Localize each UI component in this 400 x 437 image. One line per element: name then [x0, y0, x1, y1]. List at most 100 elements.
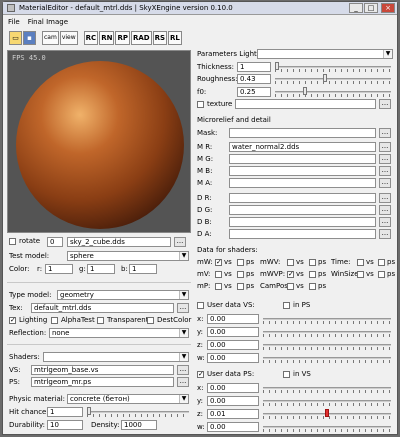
user-vs-in-ps-checkbox[interactable]: [283, 302, 290, 309]
folder-open-icon[interactable]: ▭: [9, 30, 22, 45]
skybox-field[interactable]: sky_2_cube.dds: [67, 237, 171, 247]
hit-chance-field[interactable]: 1: [47, 407, 83, 417]
campos-ps-checkbox[interactable]: [309, 283, 316, 290]
lighting-checkbox[interactable]: ✓: [9, 317, 16, 324]
winsize-vs-checkbox[interactable]: [357, 271, 364, 278]
da-browse-button[interactable]: ...: [379, 229, 391, 239]
ma-browse-button[interactable]: ...: [379, 178, 391, 188]
ps-field[interactable]: mtrlgeom_mr.ps: [31, 377, 174, 387]
mr-field[interactable]: water_normal2.dds: [229, 142, 376, 152]
tex-browse-button[interactable]: ...: [177, 303, 189, 313]
maximize-button[interactable]: □: [364, 3, 378, 13]
mb-field[interactable]: [229, 166, 376, 176]
color-r-field[interactable]: 1: [45, 264, 73, 274]
hit-chance-slider-thumb[interactable]: [87, 407, 91, 415]
user-ps-w-slider[interactable]: [263, 422, 391, 432]
mp-vs-checkbox[interactable]: [215, 283, 222, 290]
color-b-field[interactable]: 1: [129, 264, 157, 274]
destcolor-checkbox[interactable]: [147, 317, 154, 324]
user-vs-z-slider[interactable]: [263, 340, 391, 350]
mwv-ps-checkbox[interactable]: [309, 259, 316, 266]
floppy-save-icon[interactable]: ▪: [23, 30, 36, 45]
db-browse-button[interactable]: ...: [379, 217, 391, 227]
thickness-slider-thumb[interactable]: [275, 62, 279, 70]
mwv-vs-checkbox[interactable]: [287, 259, 294, 266]
campos-vs-checkbox[interactable]: [287, 283, 294, 290]
user-vs-y-field[interactable]: 0.00: [207, 327, 259, 337]
texture-checkbox[interactable]: [197, 101, 204, 108]
density-field[interactable]: 1000: [121, 420, 157, 430]
db-field[interactable]: [229, 217, 376, 227]
user-vs-w-field[interactable]: 0.00: [207, 353, 259, 363]
color-g-field[interactable]: 1: [87, 264, 115, 274]
f0-slider-thumb[interactable]: [303, 87, 307, 95]
shaders-select[interactable]: ▼: [43, 352, 189, 362]
roughness-field[interactable]: 0.43: [237, 74, 271, 84]
mg-browse-button[interactable]: ...: [379, 154, 391, 164]
mwvp-ps-checkbox[interactable]: [309, 271, 316, 278]
dg-field[interactable]: [229, 205, 376, 215]
user-vs-z-field[interactable]: 0.00: [207, 340, 259, 350]
mr-browse-button[interactable]: ...: [379, 142, 391, 152]
cam-button[interactable]: cam: [42, 30, 59, 45]
minimize-button[interactable]: _: [349, 3, 363, 13]
close-button[interactable]: ×: [381, 3, 395, 13]
dr-browse-button[interactable]: ...: [379, 193, 391, 203]
mv-vs-checkbox[interactable]: [215, 271, 222, 278]
thickness-slider[interactable]: [275, 62, 391, 72]
user-vs-x-field[interactable]: 0.00: [207, 314, 259, 324]
vs-browse-button[interactable]: ...: [177, 365, 189, 375]
type-model-select[interactable]: geometry ▼: [57, 290, 189, 300]
user-ps-x-field[interactable]: 0.00: [207, 383, 259, 393]
reflection-select[interactable]: none ▼: [49, 328, 189, 338]
rs-button[interactable]: RS: [152, 30, 168, 45]
user-ps-z-slider[interactable]: [263, 409, 391, 419]
rn-button[interactable]: RN: [99, 30, 115, 45]
ps-browse-button[interactable]: ...: [177, 377, 189, 387]
lighting-params-select[interactable]: ▼: [257, 49, 393, 59]
rc-button[interactable]: RC: [83, 30, 99, 45]
thickness-field[interactable]: 1: [237, 62, 271, 72]
user-ps-z-field[interactable]: 0.01: [207, 409, 259, 419]
tex-field[interactable]: default_mtrl.dds: [31, 303, 174, 313]
winsize-ps-checkbox[interactable]: [378, 271, 385, 278]
user-ps-w-field[interactable]: 0.00: [207, 422, 259, 432]
mask-field[interactable]: [229, 128, 376, 138]
time-ps-checkbox[interactable]: [378, 259, 385, 266]
mask-browse-button[interactable]: ...: [379, 128, 391, 138]
rotate-value-field[interactable]: 0: [47, 237, 63, 247]
skybox-browse-button[interactable]: ...: [174, 237, 186, 247]
menu-file[interactable]: File: [8, 18, 20, 26]
menu-final-image[interactable]: Final Image: [28, 18, 68, 26]
hit-chance-slider[interactable]: [87, 407, 189, 417]
test-model-select[interactable]: sphere ▼: [67, 251, 189, 261]
da-field[interactable]: [229, 229, 376, 239]
ma-field[interactable]: [229, 178, 376, 188]
view-button[interactable]: view: [59, 30, 78, 45]
texture-field[interactable]: [235, 99, 376, 109]
alphatest-checkbox[interactable]: [51, 317, 58, 324]
user-ps-x-slider[interactable]: [263, 383, 391, 393]
user-vs-w-slider[interactable]: [263, 353, 391, 363]
transparent-checkbox[interactable]: [97, 317, 104, 324]
preview-viewport[interactable]: FPS 45.0: [7, 50, 191, 233]
mw-vs-checkbox[interactable]: ✓: [215, 259, 222, 266]
roughness-slider-thumb[interactable]: [323, 74, 327, 82]
texture-browse-button[interactable]: ...: [379, 99, 391, 109]
user-vs-y-slider[interactable]: [263, 327, 391, 337]
user-vs-x-slider[interactable]: [263, 314, 391, 324]
mp-ps-checkbox[interactable]: [237, 283, 244, 290]
roughness-slider[interactable]: [275, 74, 391, 84]
durability-field[interactable]: 10: [47, 420, 83, 430]
user-vs-checkbox[interactable]: [197, 302, 204, 309]
f0-field[interactable]: 0.25: [237, 87, 271, 97]
mwvp-vs-checkbox[interactable]: ✓: [287, 271, 294, 278]
vs-field[interactable]: mtrlgeom_base.vs: [31, 365, 174, 375]
rp-button[interactable]: RP: [115, 30, 130, 45]
dr-field[interactable]: [229, 193, 376, 203]
mg-field[interactable]: [229, 154, 376, 164]
time-vs-checkbox[interactable]: [357, 259, 364, 266]
physic-material-select[interactable]: concrete (бетон) ▼: [67, 394, 189, 404]
mw-ps-checkbox[interactable]: [237, 259, 244, 266]
user-ps-y-field[interactable]: 0.00: [207, 396, 259, 406]
